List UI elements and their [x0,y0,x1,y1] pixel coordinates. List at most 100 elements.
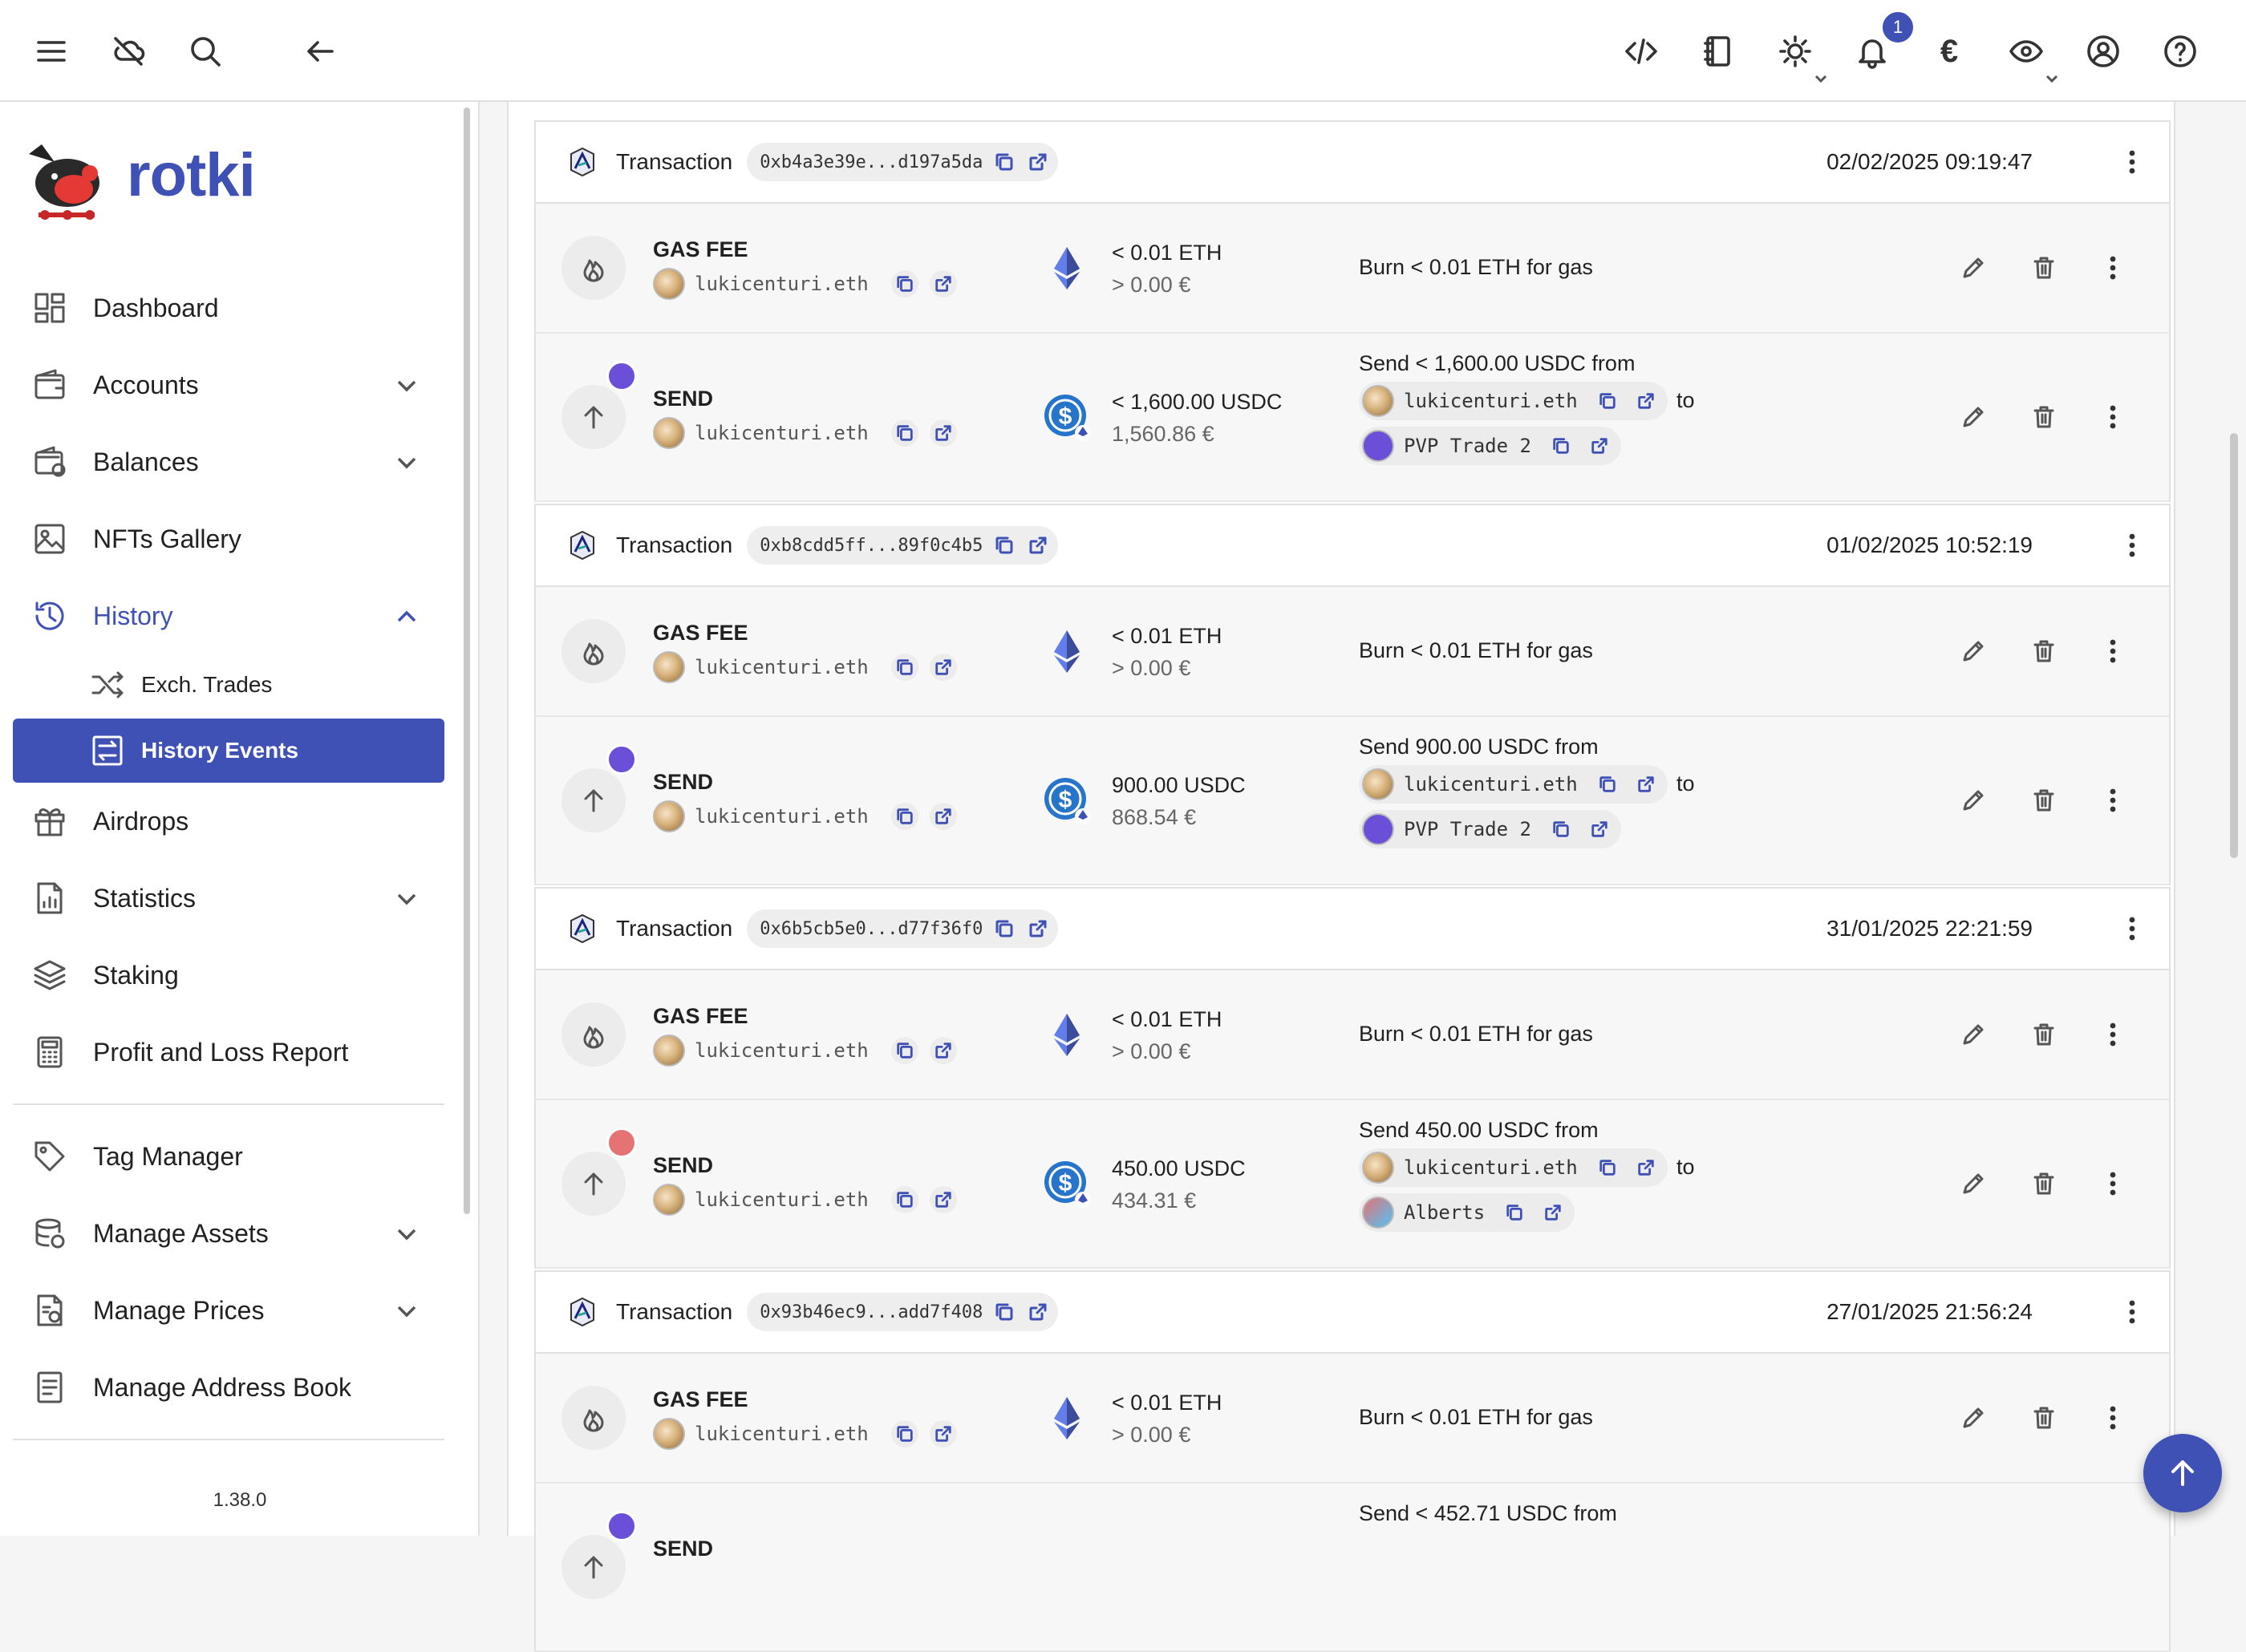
edit-event-button[interactable] [1956,634,1991,669]
currency-euro-icon[interactable]: € [1927,29,1972,74]
copy-address-icon[interactable] [890,654,918,681]
open-explorer-icon[interactable] [929,1186,957,1213]
copy-address-icon[interactable] [890,1037,918,1064]
sidebar-item-accounts[interactable]: Accounts [13,353,444,417]
copy-hash-icon[interactable] [992,1300,1016,1324]
privacy-eye-icon[interactable] [2004,29,2049,74]
sidebar-item-tag-manager[interactable]: Tag Manager [13,1124,444,1188]
open-explorer-icon[interactable] [1632,771,1660,798]
copy-address-icon[interactable] [1593,771,1621,798]
sidebar-item-balances[interactable]: Balances [13,430,444,494]
copy-hash-icon[interactable] [992,917,1016,941]
open-explorer-icon[interactable] [1632,387,1660,415]
copy-hash-icon[interactable] [992,150,1016,174]
back-arrow-icon[interactable] [298,29,343,74]
event-more-menu-icon[interactable] [2097,1402,2129,1434]
delete-event-button[interactable] [2026,783,2062,818]
notes-icon[interactable] [1696,29,1741,74]
event-more-menu-icon[interactable] [2097,1168,2129,1200]
event-more-menu-icon[interactable] [2097,784,2129,816]
sidebar-item-statistics[interactable]: Statistics [13,866,444,930]
tx-hash-chip[interactable]: 0xb4a3e39e...d197a5da [747,143,1059,181]
copy-address-icon[interactable] [890,1420,918,1448]
open-explorer-icon[interactable] [1026,533,1050,557]
privacy-chevron-down-icon[interactable] [2039,66,2065,91]
cloud-off-icon[interactable] [106,29,151,74]
copy-address-icon[interactable] [1547,432,1575,460]
sidebar-item-airdrops[interactable]: Airdrops [13,789,444,853]
address-chip[interactable]: PVP Trade 2 [1359,810,1621,848]
sidebar-item-staking[interactable]: Staking [13,943,444,1007]
edit-event-button[interactable] [1956,1166,1991,1201]
scroll-to-top-button[interactable] [2143,1434,2222,1512]
copy-address-icon[interactable] [890,270,918,298]
open-explorer-icon[interactable] [1585,432,1613,460]
edit-event-button[interactable] [1956,1400,1991,1435]
delete-event-button[interactable] [2026,1017,2062,1052]
open-explorer-icon[interactable] [1026,150,1050,174]
copy-address-icon[interactable] [1593,1154,1621,1181]
copy-hash-icon[interactable] [992,533,1016,557]
sidebar-subitem-history-events[interactable]: History Events [13,719,444,783]
tx-hash-chip[interactable]: 0x6b5cb5e0...d77f36f0 [747,909,1059,948]
copy-address-icon[interactable] [890,419,918,447]
delete-event-button[interactable] [2026,1166,2062,1201]
code-icon[interactable] [1619,29,1664,74]
copy-address-icon[interactable] [890,803,918,830]
transaction-more-menu-icon[interactable] [2116,913,2148,945]
copy-address-icon[interactable] [1501,1199,1529,1226]
open-explorer-icon[interactable] [1632,1154,1660,1181]
address-chip[interactable]: Alberts [1359,1193,1575,1232]
tx-hash-chip[interactable]: 0xb8cdd5ff...89f0c4b5 [747,526,1059,565]
address-chip[interactable]: lukicenturi.eth [1359,1148,1668,1187]
sidebar-item-manage-assets[interactable]: Manage Assets [13,1201,444,1265]
open-explorer-icon[interactable] [929,654,957,681]
event-more-menu-icon[interactable] [2097,252,2129,284]
address-chip[interactable]: PVP Trade 2 [1359,427,1621,465]
edit-event-button[interactable] [1956,1017,1991,1052]
open-explorer-icon[interactable] [1585,816,1613,843]
edit-event-button[interactable] [1956,783,1991,818]
menu-icon[interactable] [29,29,74,74]
main-scrollbar[interactable] [2230,433,2238,858]
open-explorer-icon[interactable] [1026,1300,1050,1324]
open-explorer-icon[interactable] [929,419,957,447]
event-more-menu-icon[interactable] [2097,401,2129,433]
open-explorer-icon[interactable] [929,803,957,830]
copy-address-icon[interactable] [1547,816,1575,843]
sidebar-item-dashboard[interactable]: Dashboard [13,276,444,340]
sidebar-scrollbar[interactable] [464,107,470,1214]
sidebar-item-manage-address-book[interactable]: Manage Address Book [13,1355,444,1419]
edit-event-button[interactable] [1956,250,1991,285]
delete-event-button[interactable] [2026,634,2062,669]
search-icon[interactable] [183,29,228,74]
sidebar-item-nfts-gallery[interactable]: NFTs Gallery [13,507,444,571]
sidebar-item-history[interactable]: History [13,584,444,648]
edit-event-button[interactable] [1956,399,1991,435]
open-explorer-icon[interactable] [929,1420,957,1448]
address-chip[interactable]: lukicenturi.eth [1359,382,1668,420]
tx-hash-chip[interactable]: 0x93b46ec9...add7f408 [747,1293,1059,1331]
sidebar-item-profit-and-loss-report[interactable]: Profit and Loss Report [13,1020,444,1084]
event-more-menu-icon[interactable] [2097,1018,2129,1051]
help-icon[interactable] [2158,29,2203,74]
theme-sun-icon[interactable] [1773,29,1818,74]
transaction-more-menu-icon[interactable] [2116,529,2148,561]
open-explorer-icon[interactable] [1539,1199,1567,1226]
copy-address-icon[interactable] [890,1186,918,1213]
address-chip[interactable]: lukicenturi.eth [1359,765,1668,804]
delete-event-button[interactable] [2026,399,2062,435]
open-explorer-icon[interactable] [929,1037,957,1064]
event-more-menu-icon[interactable] [2097,635,2129,667]
transaction-more-menu-icon[interactable] [2116,1296,2148,1328]
delete-event-button[interactable] [2026,1400,2062,1435]
copy-address-icon[interactable] [1593,387,1621,415]
sidebar-item-manage-prices[interactable]: Manage Prices [13,1278,444,1342]
open-explorer-icon[interactable] [1026,917,1050,941]
account-circle-icon[interactable] [2081,29,2126,74]
transaction-more-menu-icon[interactable] [2116,146,2148,178]
sidebar-subitem-exch-trades[interactable]: Exch. Trades [13,653,444,717]
open-explorer-icon[interactable] [929,270,957,298]
theme-chevron-down-icon[interactable] [1808,66,1834,91]
delete-event-button[interactable] [2026,250,2062,285]
